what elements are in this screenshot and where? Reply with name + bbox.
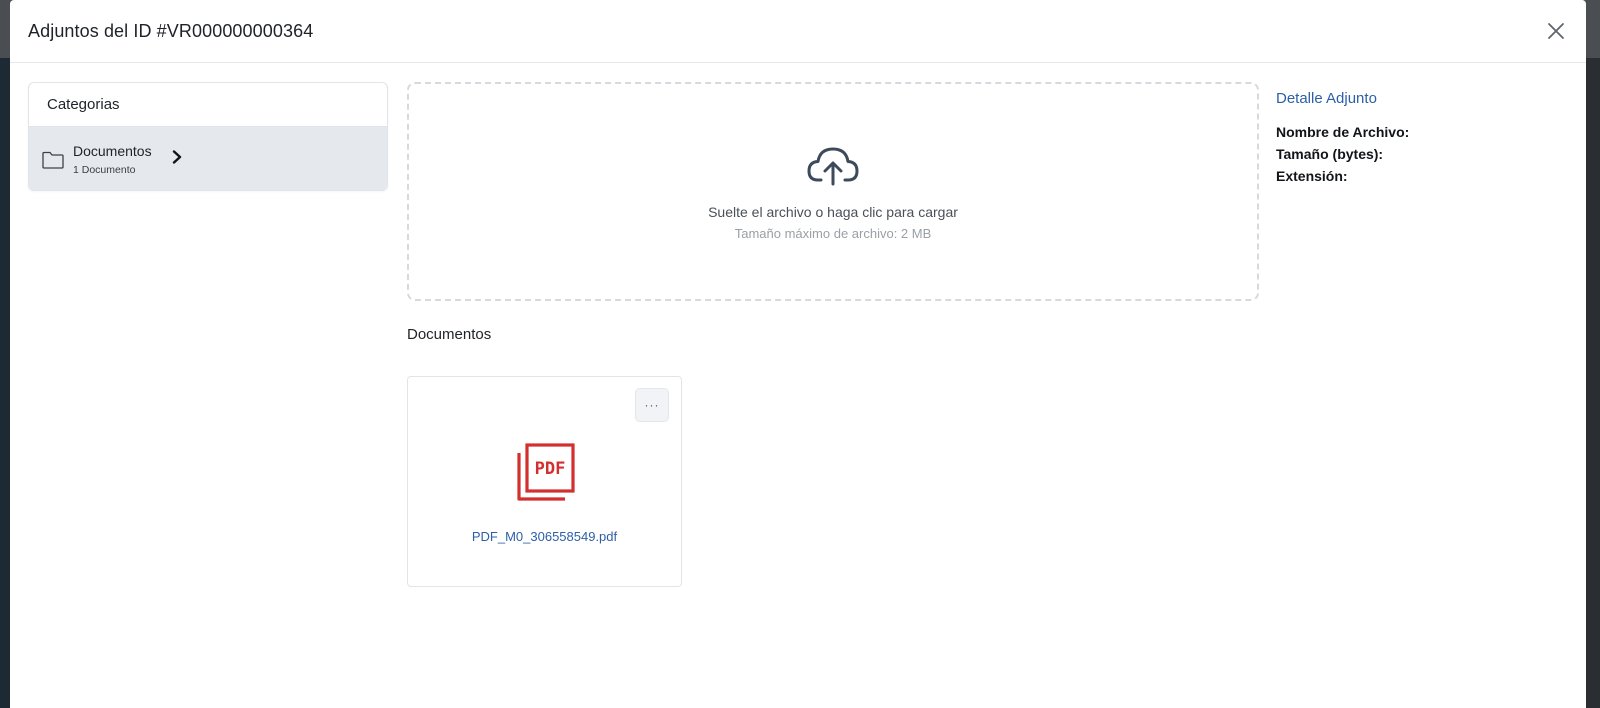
backdrop-strip-left [0, 58, 10, 708]
svg-text:PDF: PDF [535, 459, 566, 479]
sidebar-item-label: Documentos [73, 143, 152, 159]
documents-section-title: Documentos [407, 326, 492, 343]
attachment-detail-panel: Detalle Adjunto Nombre de Archivo: Tamañ… [1276, 90, 1576, 187]
detail-size-label: Tamaño (bytes): [1276, 146, 1384, 162]
folder-icon [42, 151, 64, 169]
pdf-icon: PDF [517, 443, 575, 501]
close-icon [1548, 23, 1564, 39]
dropzone-secondary-text: Tamaño máximo de archivo: 2 MB [734, 226, 932, 241]
dropzone-primary-text: Suelte el archivo o haga clic para carga… [708, 204, 958, 220]
chevron-right-icon [172, 150, 181, 164]
file-menu-button[interactable]: ··· [635, 388, 669, 422]
detail-extension-label: Extensión: [1276, 168, 1348, 184]
modal-title: Adjuntos del ID #VR000000000364 [28, 20, 314, 41]
close-button[interactable] [1544, 19, 1568, 43]
categories-panel: Categorias Documentos 1 Documento [28, 82, 388, 191]
sidebar-item-documentos[interactable]: Documentos 1 Documento [29, 127, 387, 190]
detail-title: Detalle Adjunto [1276, 90, 1377, 107]
sidebar-item-count: 1 Documento [73, 164, 136, 176]
backdrop-strip-right [1586, 58, 1600, 708]
attachments-modal: Adjuntos del ID #VR000000000364 Categori… [10, 0, 1586, 708]
categories-title: Categorias [29, 83, 387, 127]
detail-file-name-label: Nombre de Archivo: [1276, 124, 1410, 140]
more-horizontal-icon: ··· [644, 398, 660, 412]
sidebar-item-text: Documentos 1 Documento [73, 142, 152, 176]
file-card[interactable]: ··· PDF PDF_M0_306558549.pdf [407, 376, 682, 587]
file-dropzone[interactable]: Suelte el archivo o haga clic para carga… [407, 82, 1259, 301]
modal-header: Adjuntos del ID #VR000000000364 [10, 0, 1586, 63]
cloud-upload-icon [807, 147, 859, 186]
file-name-link[interactable]: PDF_M0_306558549.pdf [408, 529, 681, 544]
